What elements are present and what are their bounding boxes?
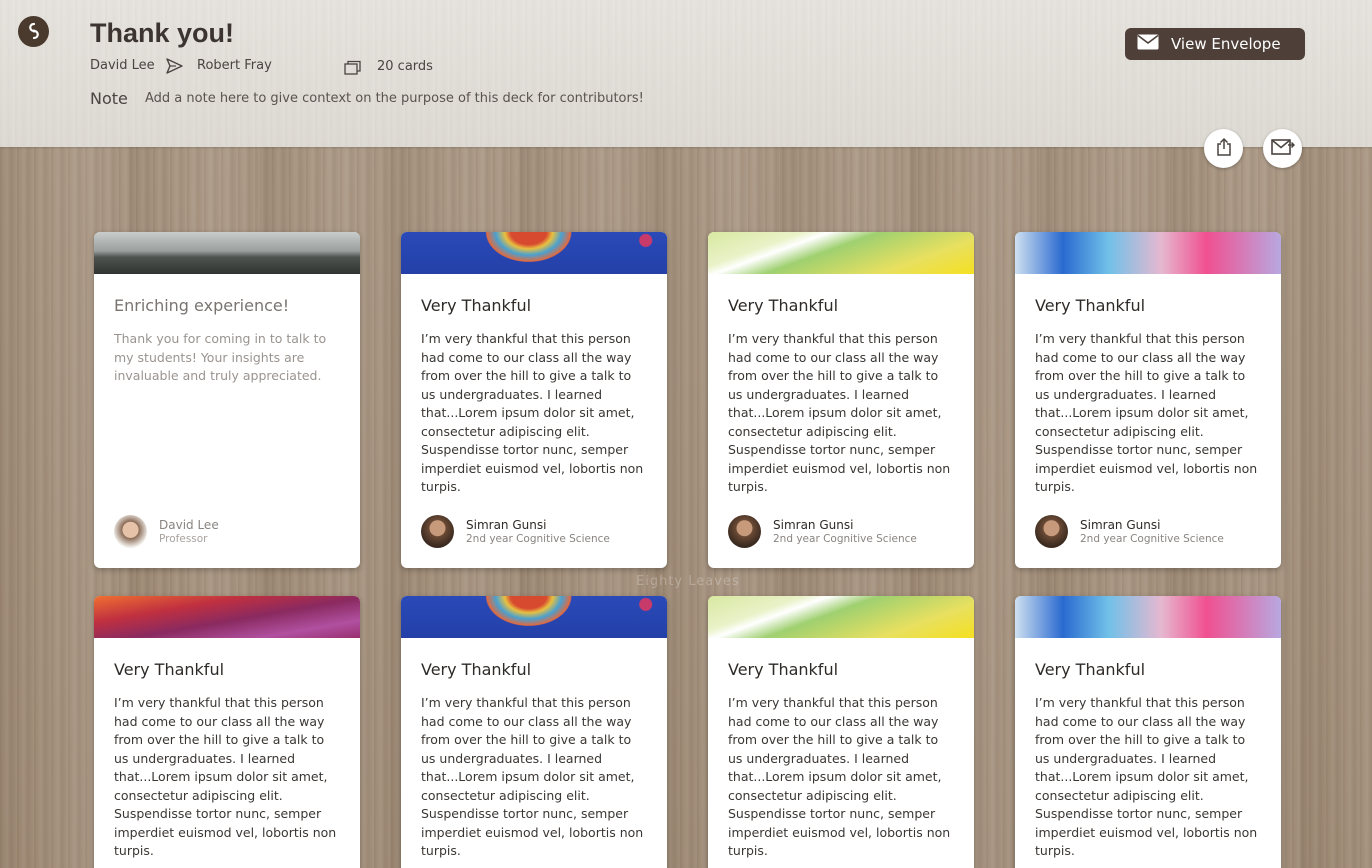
note-label: Note bbox=[90, 89, 128, 108]
mail-icon bbox=[1270, 138, 1295, 160]
author-role: 2nd year Cognitive Science bbox=[466, 532, 610, 545]
view-envelope-button[interactable]: View Envelope bbox=[1125, 28, 1305, 60]
card-title: Very Thankful bbox=[1035, 296, 1146, 315]
share-icon bbox=[1215, 137, 1233, 161]
logo-icon[interactable] bbox=[18, 16, 49, 47]
card-author: Simran Gunsi 2nd year Cognitive Science bbox=[728, 515, 917, 548]
card-message: I’m very thankful that this person had c… bbox=[114, 695, 337, 858]
card-title: Very Thankful bbox=[421, 660, 532, 679]
card-banner-image bbox=[401, 596, 667, 638]
card[interactable]: Very Thankful I’m very thankful that thi… bbox=[94, 596, 360, 868]
author-role: 2nd year Cognitive Science bbox=[773, 532, 917, 545]
author-role: Professor bbox=[159, 532, 208, 545]
card-banner-image bbox=[94, 232, 360, 274]
card-message: I’m very thankful that this person had c… bbox=[421, 331, 644, 494]
card-count: 20 cards bbox=[377, 59, 433, 74]
card-title: Very Thankful bbox=[728, 660, 839, 679]
page-title: Thank you! bbox=[90, 18, 235, 48]
recipient-name: Robert Fray bbox=[197, 58, 272, 73]
card-banner-image bbox=[401, 232, 667, 274]
send-icon bbox=[165, 57, 184, 79]
card[interactable]: Very Thankful I’m very thankful that thi… bbox=[1015, 596, 1281, 868]
card-message: I’m very thankful that this person had c… bbox=[1035, 695, 1258, 858]
card[interactable]: Enriching experience! Thank you for comi… bbox=[94, 232, 360, 568]
card-banner-image bbox=[708, 596, 974, 638]
card[interactable]: Very Thankful I’m very thankful that thi… bbox=[708, 232, 974, 568]
author-name: Simran Gunsi bbox=[466, 517, 547, 532]
author-name: Simran Gunsi bbox=[773, 517, 854, 532]
avatar bbox=[728, 515, 761, 548]
author-role: 2nd year Cognitive Science bbox=[1080, 532, 1224, 545]
card-title: Very Thankful bbox=[421, 296, 532, 315]
card-author: David Lee Professor bbox=[114, 515, 219, 548]
note-text[interactable]: Add a note here to give context on the p… bbox=[145, 91, 644, 106]
card-author: Simran Gunsi 2nd year Cognitive Science bbox=[421, 515, 610, 548]
avatar bbox=[1035, 515, 1068, 548]
card-message: Thank you for coming in to talk to my st… bbox=[114, 331, 327, 383]
card[interactable]: Very Thankful I’m very thankful that thi… bbox=[1015, 232, 1281, 568]
avatar bbox=[421, 515, 454, 548]
card-message: I’m very thankful that this person had c… bbox=[728, 695, 951, 858]
view-envelope-label: View Envelope bbox=[1171, 35, 1281, 53]
cards-stack-icon bbox=[344, 60, 362, 79]
deck-header: Thank you! David Lee Robert Fray 20 card… bbox=[0, 0, 1372, 147]
card[interactable]: Very Thankful I’m very thankful that thi… bbox=[401, 232, 667, 568]
card-author: Simran Gunsi 2nd year Cognitive Science bbox=[1035, 515, 1224, 548]
card-title: Very Thankful bbox=[1035, 660, 1146, 679]
card-message: I’m very thankful that this person had c… bbox=[1035, 331, 1258, 494]
card-banner-image bbox=[1015, 232, 1281, 274]
author-name: David Lee bbox=[159, 517, 219, 532]
avatar bbox=[114, 515, 147, 548]
author-name: Simran Gunsi bbox=[1080, 517, 1161, 532]
card-title: Enriching experience! bbox=[114, 296, 290, 315]
card-message: I’m very thankful that this person had c… bbox=[728, 331, 951, 494]
sender-name: David Lee bbox=[90, 58, 155, 73]
watermark-text: Eighty Leaves bbox=[636, 574, 740, 589]
mail-button[interactable] bbox=[1263, 129, 1302, 168]
card[interactable]: Very Thankful I’m very thankful that thi… bbox=[708, 596, 974, 868]
card-title: Very Thankful bbox=[114, 660, 225, 679]
card[interactable]: Very Thankful I’m very thankful that thi… bbox=[401, 596, 667, 868]
envelope-icon bbox=[1137, 34, 1159, 54]
card-message: I’m very thankful that this person had c… bbox=[421, 695, 644, 858]
card-banner-image bbox=[708, 232, 974, 274]
card-title: Very Thankful bbox=[728, 296, 839, 315]
card-banner-image bbox=[94, 596, 360, 638]
share-button[interactable] bbox=[1204, 129, 1243, 168]
card-banner-image bbox=[1015, 596, 1281, 638]
